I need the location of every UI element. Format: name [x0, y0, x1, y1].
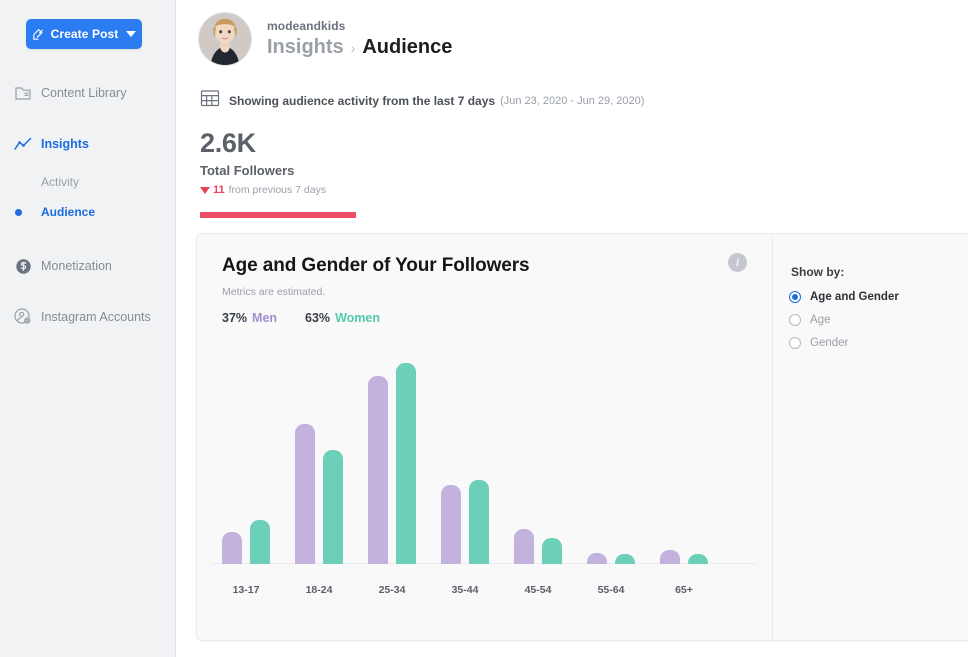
radio-label: Gender	[810, 337, 849, 349]
bar-women-18-24[interactable]	[323, 450, 343, 564]
bar-men-45-54[interactable]	[514, 529, 534, 564]
bar-men-35-44[interactable]	[441, 485, 461, 564]
sidebar-item-content-library[interactable]: Content Library	[0, 76, 176, 110]
bar-group: 25-34	[357, 354, 427, 596]
x-axis-tick-label: 55-64	[597, 584, 625, 596]
card-title: Age and Gender of Your Followers	[222, 255, 530, 276]
radio-label: Age and Gender	[810, 291, 899, 303]
chevron-down-icon	[126, 31, 137, 37]
bar-group: 55-64	[576, 354, 646, 596]
bar-group: 65+	[649, 354, 719, 596]
date-range-text: Showing audience activity from the last …	[229, 93, 496, 108]
sidebar-item-activity[interactable]: Activity	[0, 168, 176, 196]
x-axis-tick-label: 45-54	[524, 584, 552, 596]
legend-item-women: 63% Women	[305, 311, 380, 325]
content-library-icon	[12, 86, 34, 101]
sidebar-item-insights[interactable]: Insights	[0, 127, 176, 161]
sidebar: Create Post Content Library Insights Act…	[0, 0, 176, 657]
show-by-title: Show by:	[791, 265, 845, 279]
breadcrumb-separator-icon: ›	[350, 40, 356, 56]
sidebar-item-monetization[interactable]: Monetization	[0, 249, 176, 283]
bar-men-65+[interactable]	[660, 550, 680, 564]
x-axis-tick-label: 65+	[675, 584, 693, 596]
date-range-bar: Showing audience activity from the last …	[200, 88, 644, 113]
bar-group: 18-24	[284, 354, 354, 596]
breadcrumb-wrap: modeandkids Insights › Audience	[267, 19, 452, 59]
calendar-icon	[200, 88, 229, 113]
stat-delta: 11 from previous 7 days	[200, 184, 326, 196]
delta-value: 11	[213, 184, 225, 196]
total-followers-stat: 2.6K Total Followers 11 from previous 7 …	[200, 128, 356, 218]
profile-header: modeandkids Insights › Audience	[198, 12, 452, 66]
x-axis-tick-label: 25-34	[378, 584, 406, 596]
radio-label: Age	[810, 314, 831, 326]
sidebar-item-instagram-accounts[interactable]: Instagram Accounts	[0, 300, 176, 334]
legend-percent: 63%	[305, 311, 331, 325]
stat-label: Total Followers	[200, 163, 295, 178]
bar-group: 35-44	[430, 354, 500, 596]
legend-item-men: 37% Men	[222, 311, 277, 325]
legend-label: Men	[252, 311, 278, 325]
create-post-label: Create Post	[50, 27, 119, 41]
radio-button-icon[interactable]	[789, 337, 801, 349]
bar-group: 13-17	[211, 354, 281, 596]
sidebar-item-label: Monetization	[41, 259, 112, 273]
bar-group: 45-54	[503, 354, 573, 596]
account-handle: modeandkids	[267, 19, 346, 33]
show-by-panel: Show by: Age and Gender Age Gender	[773, 234, 968, 640]
bar-men-55-64[interactable]	[587, 552, 607, 564]
bar-women-65+[interactable]	[688, 554, 708, 564]
x-axis-tick-label: 13-17	[232, 584, 260, 596]
bar-women-35-44[interactable]	[469, 480, 489, 564]
legend-percent: 37%	[222, 311, 248, 325]
delta-description: from previous 7 days	[228, 184, 327, 196]
x-axis-tick-label: 18-24	[305, 584, 333, 596]
page-title: Audience	[362, 36, 453, 58]
bar-chart: 13-17 18-24 25-34 35-44 45-54 55-64 65+	[197, 342, 773, 604]
sidebar-item-label: Instagram Accounts	[41, 310, 151, 324]
account-gear-icon	[12, 308, 34, 326]
bar-men-18-24[interactable]	[295, 424, 315, 564]
radio-age[interactable]: Age	[789, 314, 830, 326]
main-content: modeandkids Insights › Audience Showing …	[176, 0, 968, 657]
app-root: Create Post Content Library Insights Act…	[0, 0, 968, 657]
dollar-circle-icon	[12, 258, 34, 275]
sidebar-item-audience[interactable]: Audience	[0, 198, 176, 226]
radio-age-and-gender[interactable]: Age and Gender	[789, 291, 899, 303]
active-dot-icon	[15, 209, 22, 216]
stat-value: 2.6K	[200, 128, 256, 158]
chart-legend: 37% Men 63% Women	[222, 311, 380, 325]
bar-women-25-34[interactable]	[396, 362, 416, 564]
chart-panel: Age and Gender of Your Followers Metrics…	[197, 234, 773, 640]
bar-women-45-54[interactable]	[542, 537, 562, 564]
arrow-down-icon	[200, 186, 210, 194]
sidebar-item-label: Insights	[41, 137, 89, 151]
x-axis-tick-label: 35-44	[451, 584, 479, 596]
radio-button-icon[interactable]	[789, 291, 801, 303]
insights-chart-icon	[12, 137, 34, 152]
bar-men-25-34[interactable]	[368, 375, 388, 564]
create-post-button[interactable]: Create Post	[26, 19, 142, 49]
card-subtitle: Metrics are estimated.	[222, 286, 326, 298]
legend-label: Women	[335, 311, 380, 325]
info-icon[interactable]: i	[728, 253, 747, 272]
sidebar-subitem-label: Audience	[41, 205, 96, 219]
date-range-value: (Jun 23, 2020 - Jun 29, 2020)	[500, 94, 645, 107]
bar-men-13-17[interactable]	[222, 531, 242, 564]
bar-women-55-64[interactable]	[615, 553, 635, 564]
radio-button-icon[interactable]	[789, 314, 801, 326]
bar-women-13-17[interactable]	[250, 520, 270, 564]
sidebar-item-label: Content Library	[41, 86, 127, 100]
stat-underline	[200, 212, 356, 218]
radio-gender[interactable]: Gender	[789, 337, 848, 349]
avatar[interactable]	[198, 12, 252, 66]
age-gender-card: Age and Gender of Your Followers Metrics…	[196, 233, 968, 641]
pencil-square-icon	[32, 28, 45, 41]
sidebar-subitem-label: Activity	[41, 175, 80, 189]
breadcrumb: Insights › Audience	[267, 36, 452, 59]
profile-photo	[199, 13, 251, 65]
breadcrumb-insights[interactable]: Insights	[267, 36, 344, 59]
